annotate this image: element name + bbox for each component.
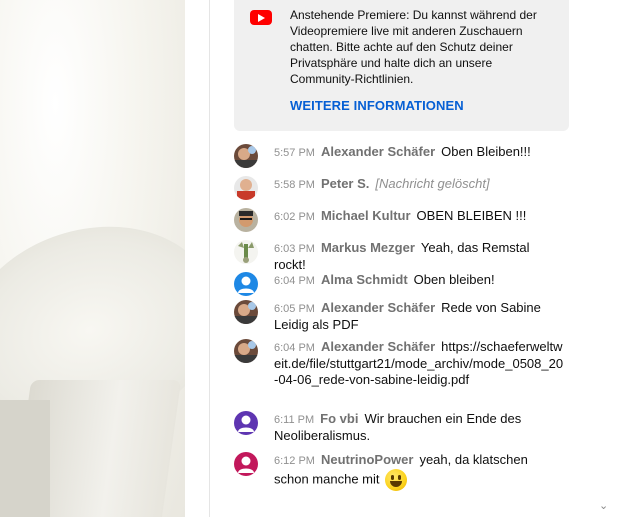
message-text: Oben Bleiben!!! — [441, 144, 531, 159]
premiere-notice-text: Anstehende Premiere: Du kannst während d… — [290, 8, 537, 86]
chat-message: 6:05 PM Alexander Schäfer Rede von Sabine … — [234, 300, 564, 333]
youtube-icon — [250, 10, 272, 25]
message-deleted-text: [Nachricht gelöscht] — [375, 176, 490, 191]
message-text: OBEN BLEIBEN !!! — [416, 208, 527, 223]
message-author[interactable]: Alexander Schäfer — [321, 300, 435, 315]
chat-message: 5:58 PM Peter S. [Nachricht gelöscht] — [234, 176, 564, 200]
chat-message: 6:04 PM Alexander Schäfer https://schaefer… — [234, 339, 564, 388]
message-author[interactable]: Markus Mezger — [321, 240, 415, 255]
message-author[interactable]: Michael Kultur — [321, 208, 411, 223]
avatar[interactable] — [234, 339, 258, 363]
message-timestamp: 5:58 PM — [274, 179, 315, 191]
message-author[interactable]: NeutrinoPower — [321, 452, 413, 467]
avatar[interactable] — [234, 411, 258, 435]
chat-scrollbar[interactable]: ⌄ — [596, 0, 610, 517]
message-timestamp: 5:57 PM — [274, 147, 315, 159]
message-timestamp: 6:02 PM — [274, 211, 315, 223]
message-text: Oben bleiben! — [413, 272, 495, 287]
chat-message: 6:04 PM Alma Schmidt Oben bleiben! — [234, 272, 564, 296]
message-author[interactable]: Fo vbi — [320, 411, 358, 426]
chat-message: 6:12 PM NeutrinoPower yeah, da klatschen s… — [234, 452, 564, 491]
video-frame-decoration — [0, 400, 50, 517]
more-info-link[interactable]: WEITERE INFORMATIONEN — [290, 98, 464, 113]
chevron-down-icon[interactable]: ⌄ — [599, 500, 608, 512]
message-timestamp: 6:11 PM — [274, 414, 315, 426]
message-timestamp: 6:05 PM — [274, 303, 315, 315]
message-author[interactable]: Peter S. — [321, 176, 369, 191]
chat-message: 6:11 PM Fo vbi Wir brauchen ein Ende des N… — [234, 411, 564, 444]
message-timestamp: 6:04 PM — [274, 275, 315, 287]
avatar[interactable] — [234, 208, 258, 232]
avatar[interactable] — [234, 272, 258, 296]
grinning-face-emoji — [385, 469, 408, 491]
premiere-notice-card: Anstehende Premiere: Du kannst während d… — [234, 0, 569, 131]
chat-message: 6:03 PM Markus Mezger Yeah, das Remstal ro… — [234, 240, 564, 273]
avatar[interactable] — [234, 144, 258, 168]
avatar[interactable] — [234, 300, 258, 324]
message-author[interactable]: Alexander Schäfer — [321, 339, 435, 354]
message-timestamp: 6:04 PM — [274, 342, 315, 354]
video-player-area[interactable] — [0, 0, 185, 517]
message-timestamp: 6:12 PM — [274, 455, 315, 467]
message-author[interactable]: Alma Schmidt — [321, 272, 408, 287]
message-timestamp: 6:03 PM — [274, 243, 315, 255]
avatar[interactable] — [234, 240, 258, 264]
avatar[interactable] — [234, 452, 258, 476]
chat-message: 6:02 PM Michael Kultur OBEN BLEIBEN !!! — [234, 208, 564, 232]
chat-message: 5:57 PM Alexander Schäfer Oben Bleiben!!! — [234, 144, 564, 168]
message-author[interactable]: Alexander Schäfer — [321, 144, 435, 159]
avatar[interactable] — [234, 176, 258, 200]
